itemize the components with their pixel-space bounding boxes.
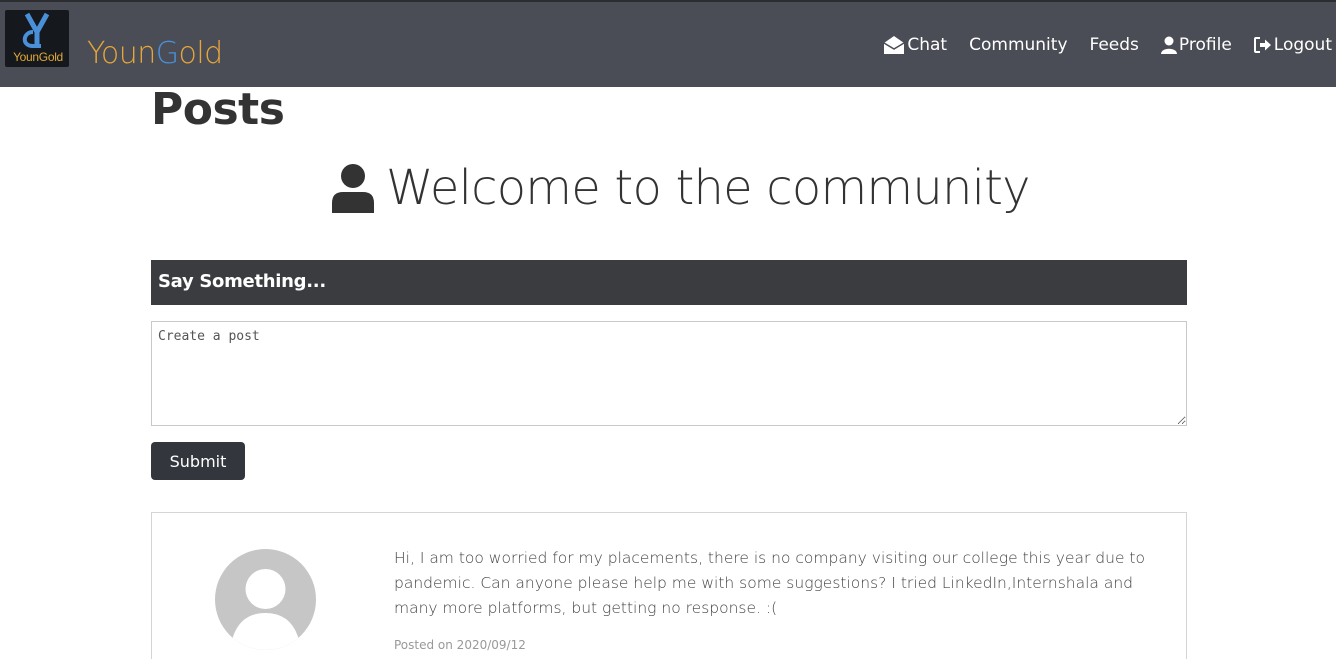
post-card: Hi, I am too worried for my placements, … [151,512,1187,659]
nav-community[interactable]: Community [969,35,1067,55]
submit-button[interactable]: Submit [151,442,245,480]
sign-out-icon [1253,37,1271,53]
user-icon [332,164,374,213]
post-body: Hi, I am too worried for my placements, … [394,549,1145,617]
compose-header: Say Something... [151,260,1187,305]
page-title: Posts [151,84,285,135]
nav-chat[interactable]: Chat [883,35,947,55]
top-navbar: YounGold YounGold Chat Community Feeds P… [0,0,1336,87]
default-avatar-icon [230,569,301,650]
user-icon [1160,36,1177,54]
post-date: Posted on 2020/09/12 [394,638,526,652]
nav-profile-label: Profile [1178,35,1232,55]
nav-profile[interactable]: Profile [1160,35,1232,55]
nav-logout[interactable]: Logout [1253,35,1332,55]
nav-feeds-label: Feeds [1089,35,1139,55]
brand-prefix: Youn [87,36,156,71]
nav-logout-label: Logout [1273,35,1332,55]
logo-text: YounGold [13,50,63,64]
nav-feeds[interactable]: Feeds [1090,35,1139,55]
brand-suffix: old [178,36,223,71]
nav-community-label: Community [969,35,1068,55]
post-input[interactable] [151,321,1187,426]
avatar [215,549,316,650]
welcome-heading: Welcome to the community [330,160,1031,216]
logo[interactable]: YounGold [5,10,69,67]
envelope-open-icon [883,36,905,54]
welcome-text: Welcome to the community [386,160,1031,216]
nav-chat-label: Chat [907,35,948,55]
nav-links: Chat Community Feeds Profile Logout [861,35,1332,55]
brand-name[interactable]: YounGold [87,36,223,71]
brand-highlight: G [155,36,179,71]
